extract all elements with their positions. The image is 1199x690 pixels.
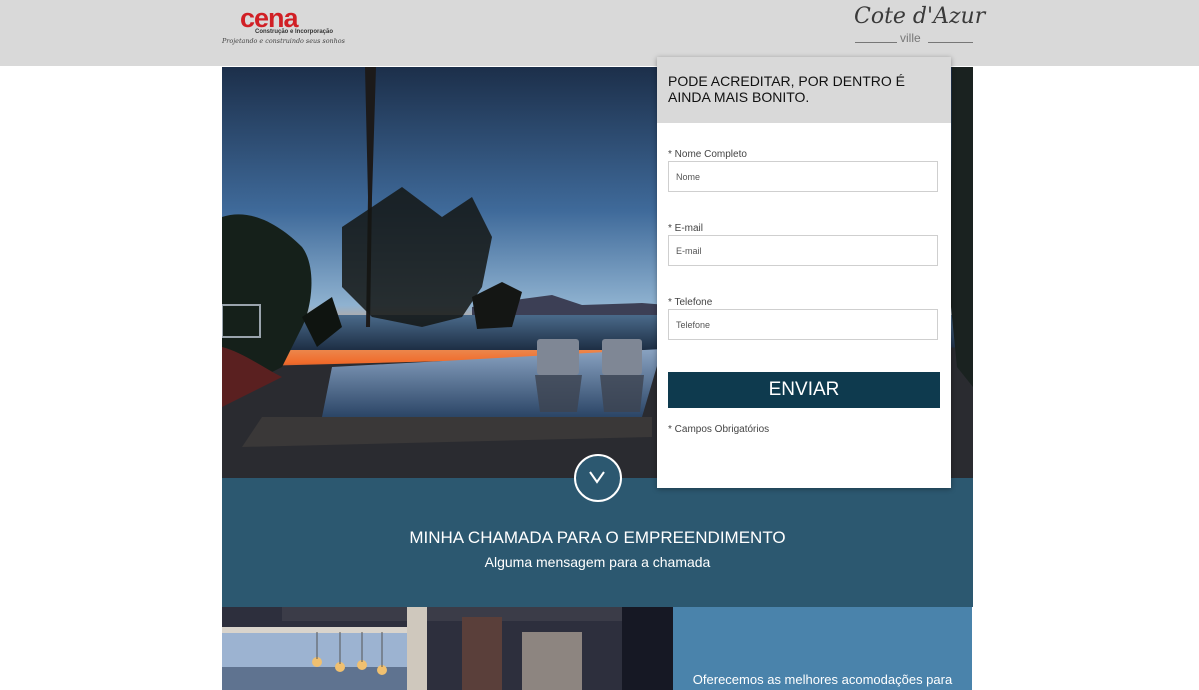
email-label: * E-mail — [668, 223, 704, 234]
cena-logo[interactable]: cena Construção e Incorporação Projetand… — [222, 3, 345, 48]
cote-dazur-logo-ville: ville — [900, 31, 921, 45]
scroll-down-button[interactable] — [574, 454, 622, 502]
logo-rule-right — [928, 42, 973, 43]
banner-title: MINHA CHAMADA PARA O EMPREENDIMENTO — [409, 528, 786, 547]
submit-button[interactable]: ENVIAR — [668, 372, 940, 408]
lead-form: PODE ACREDITAR, POR DENTRO É AINDA MAIS … — [657, 57, 951, 488]
name-input[interactable] — [668, 161, 938, 192]
email-input[interactable] — [668, 235, 938, 266]
info-text: Oferecemos as melhores acomodações para — [692, 672, 953, 687]
logo-rule-left — [855, 42, 897, 43]
phone-input[interactable] — [668, 309, 938, 340]
phone-label: * Telefone — [668, 297, 713, 308]
form-header: PODE ACREDITAR, POR DENTRO É AINDA MAIS … — [657, 57, 951, 123]
form-heading: PODE ACREDITAR, POR DENTRO É AINDA MAIS … — [668, 73, 905, 105]
cena-logo-tagline: Construção e Incorporação — [255, 29, 334, 35]
cena-logo-slogan: Projetando e construindo seus sonhos — [222, 37, 345, 45]
name-label: * Nome Completo — [668, 149, 747, 160]
banner-subtitle: Alguma mensagem para a chamada — [484, 554, 711, 570]
top-header — [0, 0, 1199, 66]
cote-dazur-logo[interactable]: Cote d'Azur ville — [852, 4, 985, 48]
info-panel: Oferecemos as melhores acomodações para — [673, 607, 972, 690]
required-fields-note: * Campos Obrigatórios — [668, 424, 770, 435]
interior-image — [222, 607, 673, 690]
cote-dazur-logo-script: Cote d'Azur — [854, 4, 986, 29]
chevron-down-icon — [589, 471, 605, 484]
